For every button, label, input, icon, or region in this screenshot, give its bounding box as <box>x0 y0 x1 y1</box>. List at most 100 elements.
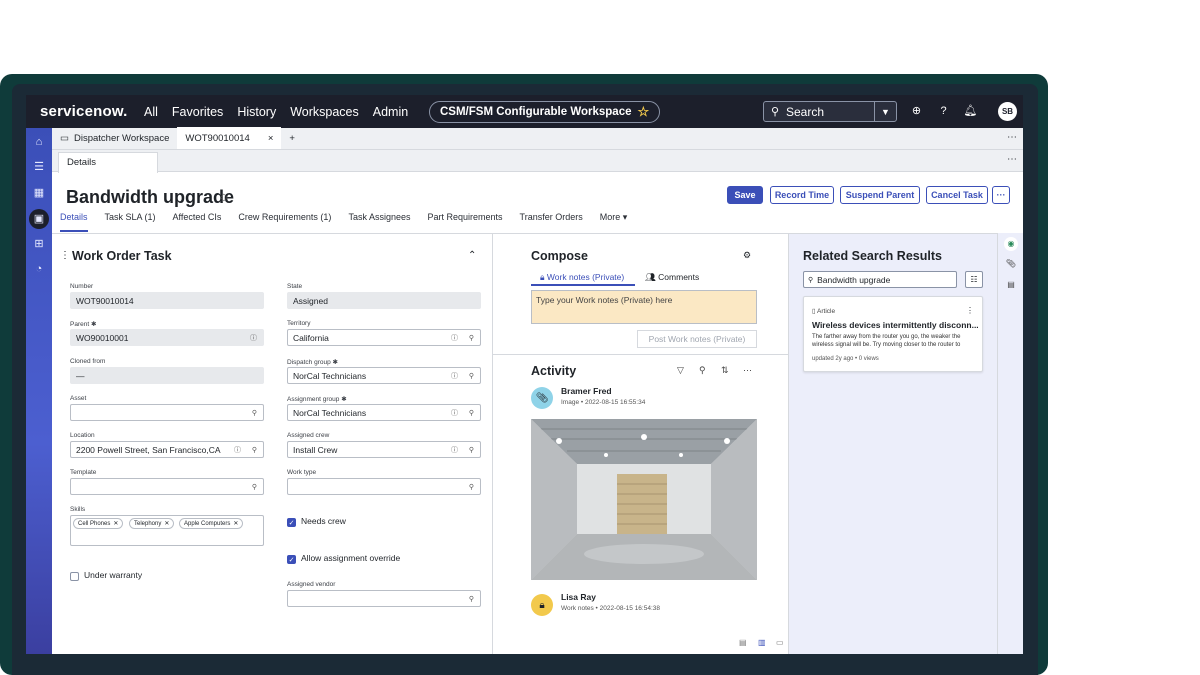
dispatch-group-field[interactable]: NorCal Technicians ⓘ ⚲ <box>287 367 481 384</box>
needs-crew-checkbox[interactable]: ✓ <box>287 518 296 527</box>
search-icon[interactable]: ⚲ <box>469 372 474 380</box>
search-icon[interactable]: ⚲ <box>252 483 257 491</box>
territory-field[interactable]: California ⓘ ⚲ <box>287 329 481 346</box>
skill-chip[interactable]: Telephony ✕ <box>129 518 175 529</box>
allow-override-checkbox[interactable]: ✓ <box>287 555 296 564</box>
state-field[interactable]: Assigned <box>287 292 481 309</box>
bell-icon[interactable]: 🔔︎ <box>963 104 978 119</box>
workspace-pill[interactable]: CSM/FSM Configurable Workspace ☆ <box>429 101 661 123</box>
dispatcher-icon[interactable]: ▣ <box>29 209 49 229</box>
chevron-up-icon[interactable]: ⌃ <box>468 250 476 261</box>
tab-comments[interactable]: 👥︎ Comments <box>645 272 699 283</box>
attachment-icon[interactable]: 📎︎ <box>1004 257 1018 271</box>
add-tab-button[interactable]: + <box>281 127 303 149</box>
info-icon[interactable]: ⓘ <box>250 333 257 343</box>
close-icon[interactable]: ✕ <box>164 520 169 527</box>
more-icon[interactable]: ⋯ <box>1007 132 1017 143</box>
search-icon[interactable]: ⚲ <box>699 365 706 376</box>
home-icon[interactable]: ⌂ <box>31 134 47 150</box>
search-icon[interactable]: ⚲ <box>469 334 474 342</box>
layout-full-icon[interactable]: ▭ <box>776 638 784 647</box>
nav-history[interactable]: History <box>237 105 276 119</box>
global-search[interactable]: ⚲ Search ▼ <box>763 101 897 122</box>
search-icon[interactable]: ⚲ <box>252 446 257 454</box>
location-field[interactable]: 2200 Powell Street, San Francisco,CA ⓘ ⚲ <box>70 441 264 458</box>
chevron-down-icon[interactable]: ▼ <box>874 102 896 121</box>
search-icon[interactable]: ⚲ <box>469 446 474 454</box>
settings-icon[interactable]: ⚙ <box>743 250 751 261</box>
tab-dispatcher-workspace[interactable]: ▭ Dispatcher Workspace <box>52 127 177 149</box>
sort-icon[interactable]: ⇅ <box>721 365 729 376</box>
info-icon[interactable]: ⓘ <box>451 445 458 455</box>
info-icon[interactable]: ⓘ <box>451 408 458 418</box>
list-icon[interactable]: ☰ <box>31 159 47 175</box>
star-icon[interactable]: ☆ <box>637 104 649 120</box>
document-icon[interactable]: ▤ <box>1004 278 1018 292</box>
map-icon[interactable]: ▦ <box>31 185 47 201</box>
more-icon[interactable]: ⋮ <box>966 306 974 315</box>
work-type-field[interactable]: ⚲ <box>287 478 481 495</box>
record-more-button[interactable]: ··· <box>992 186 1010 204</box>
dashboard-icon[interactable]: ◔ <box>31 261 47 277</box>
template-field[interactable]: ⚲ <box>70 478 264 495</box>
tab-more[interactable]: More ▾ <box>600 212 628 232</box>
cancel-task-button[interactable]: Cancel Task <box>926 186 988 204</box>
close-icon[interactable]: ✕ <box>113 520 118 527</box>
tab-task-sla[interactable]: Task SLA (1) <box>105 212 156 232</box>
search-icon[interactable]: ⚲ <box>469 483 474 491</box>
asset-field[interactable]: ⚲ <box>70 404 264 421</box>
nav-all[interactable]: All <box>144 105 158 119</box>
hierarchy-icon[interactable]: ⊞ <box>31 236 47 252</box>
nav-admin[interactable]: Admin <box>373 105 408 119</box>
filter-button[interactable]: ☷ <box>965 271 983 288</box>
search-icon[interactable]: ⚲ <box>252 409 257 417</box>
warehouse-image[interactable] <box>531 419 757 580</box>
subtab-more-icon[interactable]: ⋯ <box>1007 154 1017 165</box>
article-title[interactable]: Wireless devices intermittently disconn.… <box>812 320 978 330</box>
work-notes-input[interactable]: Type your Work notes (Private) here <box>531 290 757 324</box>
subtab-details[interactable]: Details <box>58 152 158 173</box>
close-icon[interactable]: ✕ <box>233 520 238 527</box>
close-icon[interactable]: × <box>268 133 274 144</box>
servicenow-logo[interactable]: servicenow. <box>40 103 130 120</box>
more-icon[interactable]: ⋯ <box>743 365 752 376</box>
related-search-input[interactable]: ⚲ Bandwidth upgrade <box>803 271 957 288</box>
agent-assist-icon[interactable]: ◉ <box>1004 237 1018 251</box>
info-icon[interactable]: ⓘ <box>451 333 458 343</box>
parent-field[interactable]: WO90010001 ⓘ <box>70 329 264 346</box>
nav-workspaces[interactable]: Workspaces <box>290 105 359 119</box>
info-icon[interactable]: ⓘ <box>234 445 241 455</box>
save-button[interactable]: Save <box>727 186 763 204</box>
article-card[interactable]: ▯ Article ⋮ Wireless devices intermitten… <box>803 296 983 372</box>
search-icon[interactable]: ⚲ <box>469 595 474 603</box>
layout-icon[interactable]: ▤ <box>739 638 747 647</box>
user-avatar[interactable]: SB <box>998 102 1017 121</box>
tab-part-requirements[interactable]: Part Requirements <box>427 212 502 232</box>
skill-chip[interactable]: Apple Computers ✕ <box>179 518 244 529</box>
tab-crew-requirements[interactable]: Crew Requirements (1) <box>238 212 331 232</box>
tag-icon[interactable]: ◇ <box>220 192 228 203</box>
globe-icon[interactable]: ⊕ <box>909 104 924 119</box>
help-icon[interactable]: ? <box>936 104 951 119</box>
suspend-parent-button[interactable]: Suspend Parent <box>840 186 920 204</box>
skill-chip[interactable]: Cell Phones ✕ <box>73 518 124 529</box>
tab-transfer-orders[interactable]: Transfer Orders <box>520 212 583 232</box>
info-icon[interactable]: ⓘ <box>451 371 458 381</box>
drag-handle-icon[interactable]: ⋮ <box>60 250 70 261</box>
tab-task-assignees[interactable]: Task Assignees <box>348 212 410 232</box>
search-icon[interactable]: ⚲ <box>469 409 474 417</box>
under-warranty-checkbox[interactable] <box>70 572 79 581</box>
tab-work-notes[interactable]: 🔒︎ Work notes (Private) <box>540 272 624 283</box>
nav-favorites[interactable]: Favorites <box>172 105 223 119</box>
tab-record[interactable]: WOT90010014 × <box>177 127 282 149</box>
divider <box>493 354 789 355</box>
record-time-button[interactable]: Record Time <box>770 186 834 204</box>
tab-affected-cis[interactable]: Affected CIs <box>173 212 222 232</box>
filter-icon[interactable]: ▽ <box>677 365 684 376</box>
layout-split-icon[interactable]: ▥ <box>758 638 766 647</box>
assigned-vendor-field[interactable]: ⚲ <box>287 590 481 607</box>
post-work-notes-button[interactable]: Post Work notes (Private) <box>637 330 757 348</box>
assigned-crew-field[interactable]: Install Crew ⓘ ⚲ <box>287 441 481 458</box>
tab-details[interactable]: Details <box>60 212 88 232</box>
assignment-group-field[interactable]: NorCal Technicians ⓘ ⚲ <box>287 404 481 421</box>
